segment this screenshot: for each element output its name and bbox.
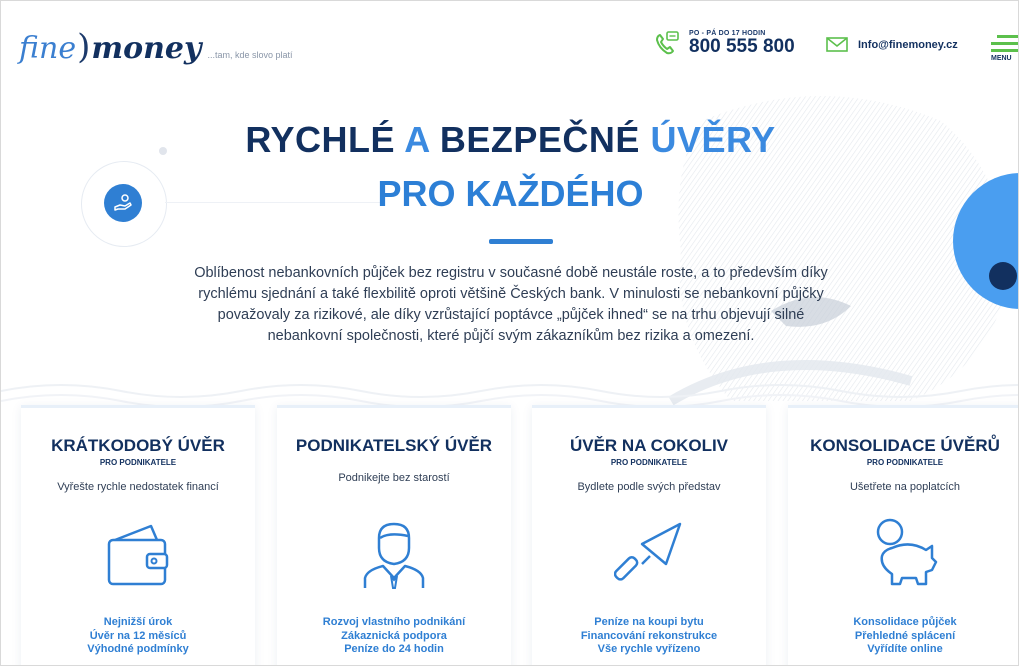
card-title: ÚVĚR NA COKOLIV bbox=[569, 436, 729, 455]
card-subtitle: PRO PODNIKATELE bbox=[866, 458, 944, 467]
card-kratkodoby-uver[interactable]: KRÁTKODOBÝ ÚVĚR PRO PODNIKATELE Vyřešte … bbox=[21, 405, 255, 665]
trowel-icon bbox=[614, 522, 682, 581]
card-benefit: Peníze do 24 hodin bbox=[344, 643, 444, 655]
page: fine ) money ...tam, kde slovo platí PO … bbox=[0, 0, 1019, 666]
card-benefit: Vše rychle vyřízeno bbox=[597, 643, 701, 655]
card-description: Podnikejte bez starostí bbox=[338, 472, 450, 484]
phone-icon bbox=[656, 31, 679, 55]
card-subtitle: PRO PODNIKATELE bbox=[610, 458, 688, 467]
card-benefit: Zákaznická podpora bbox=[341, 629, 447, 642]
card-podnikatelsky-uver[interactable]: PODNIKATELSKÝ ÚVĚR Podnikejte bez staros… bbox=[277, 405, 511, 665]
wallet-icon bbox=[107, 524, 169, 586]
card-benefit: Financování rekonstrukce bbox=[580, 629, 718, 642]
phone-contact[interactable]: PO - PÁ DO 17 HODIN 800 555 800 bbox=[653, 29, 795, 57]
hero-title-part2: A bbox=[404, 119, 430, 160]
phone-number[interactable]: 800 555 800 bbox=[689, 37, 795, 56]
logo-paren: ) bbox=[77, 27, 91, 67]
card-uver-na-cokoliv[interactable]: ÚVĚR NA COKOLIV PRO PODNIKATELE Bydlete … bbox=[532, 405, 766, 665]
card-title: KRÁTKODOBÝ ÚVĚR bbox=[51, 436, 225, 455]
hero-title: RYCHLÉ A BEZPEČNÉ ÚVĚRY bbox=[1, 119, 1018, 161]
card-konsolidace-uveru[interactable]: KONSOLIDACE ÚVĚRŮ PRO PODNIKATELE Ušetře… bbox=[788, 405, 1018, 665]
card-description: Vyřešte rychle nedostatek financí bbox=[57, 481, 219, 493]
card-title: KONSOLIDACE ÚVĚRŮ bbox=[810, 436, 1000, 455]
menu-button[interactable]: MENU bbox=[991, 35, 1018, 62]
card-description: Bydlete podle svých představ bbox=[577, 481, 721, 493]
card-benefit: Výhodné podmínky bbox=[87, 643, 189, 655]
hamburger-icon bbox=[991, 35, 1018, 52]
hero-title-part1: RYCHLÉ bbox=[245, 119, 396, 160]
card-benefit: Peníze na koupi bytu bbox=[594, 616, 704, 628]
logo-money: money bbox=[91, 31, 202, 66]
menu-label: MENU bbox=[991, 55, 1012, 62]
hero-title-part3: BEZPEČNÉ bbox=[439, 119, 640, 160]
email-contact[interactable]: Info@finemoney.cz bbox=[826, 37, 958, 52]
card-benefit: Rozvoj vlastního podnikání bbox=[322, 616, 466, 628]
email-link[interactable]: Info@finemoney.cz bbox=[858, 39, 958, 51]
hero-title-part4: ÚVĚRY bbox=[650, 119, 776, 160]
logo-fine: fine bbox=[19, 31, 77, 66]
hero-intro-text: Oblíbenost nebankovních půjček bez regis… bbox=[194, 265, 828, 344]
logo[interactable]: fine ) money ...tam, kde slovo platí bbox=[19, 27, 293, 67]
card-title: PODNIKATELSKÝ ÚVĚR bbox=[295, 436, 493, 455]
card-benefit: Úvěr na 12 měsíců bbox=[89, 629, 187, 642]
logo-tagline: ...tam, kde slovo platí bbox=[207, 50, 293, 60]
card-subtitle: PRO PODNIKATELE bbox=[99, 458, 177, 467]
card-benefit: Konsolidace půjček bbox=[853, 616, 957, 628]
hero-subtitle: PRO KAŽDÉHO bbox=[377, 173, 644, 214]
card-benefit: Vyřídíte online bbox=[867, 643, 943, 655]
envelope-icon bbox=[826, 37, 848, 52]
businessman-icon bbox=[363, 522, 425, 589]
title-underline bbox=[489, 239, 553, 244]
card-description: Ušetřete na poplatcích bbox=[849, 481, 961, 493]
card-benefit: Nejnižší úrok bbox=[103, 616, 173, 628]
piggy-bank-icon bbox=[876, 518, 938, 586]
card-benefit: Přehledné splácení bbox=[854, 629, 956, 642]
